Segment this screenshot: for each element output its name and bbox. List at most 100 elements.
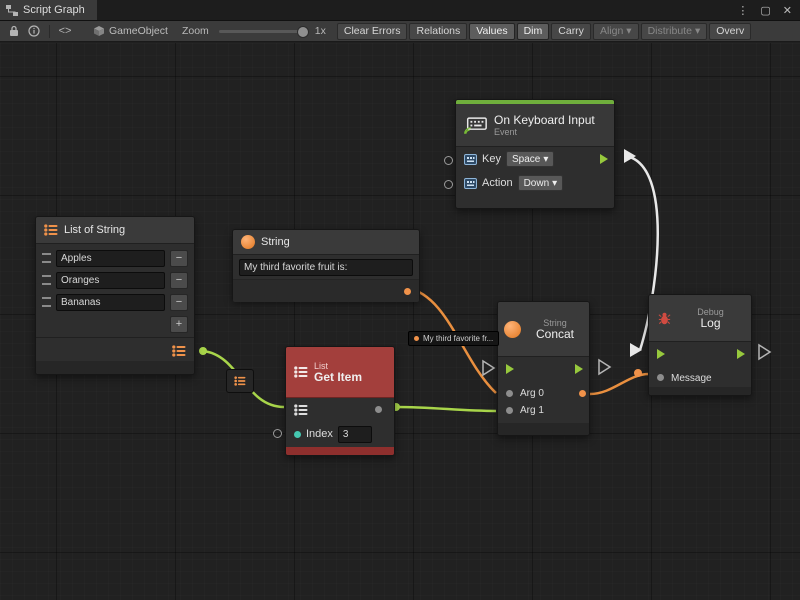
drag-handle-icon[interactable] (42, 253, 51, 263)
port-index-input[interactable] (273, 429, 282, 438)
drag-handle-icon[interactable] (42, 275, 51, 285)
overview-button[interactable]: Overv (709, 23, 751, 40)
port-arg1-input[interactable] (506, 407, 513, 414)
node-header: List of String (36, 217, 194, 244)
list-icon (44, 224, 58, 236)
port-flow-output[interactable] (737, 349, 745, 359)
code-icon[interactable]: <> (55, 22, 75, 40)
list-item-field[interactable]: Apples (56, 250, 165, 267)
graph-canvas[interactable]: My third favorite fr... List of String A… (0, 43, 800, 600)
flow-port-marker-log-out[interactable] (759, 345, 770, 359)
node-subtitle: Event (494, 127, 595, 137)
flow-port-marker-concat-in[interactable] (483, 361, 494, 375)
drag-handle-icon[interactable] (42, 297, 51, 307)
node-header: On Keyboard Input Event (456, 104, 614, 147)
script-graph-window: Script Graph ⋮ ▢ ✕ <> GameObject Zoom 1x… (0, 0, 800, 600)
overview-label: Overv (716, 25, 744, 37)
distribute-button[interactable]: Distribute▾ (641, 23, 708, 40)
clear-errors-button[interactable]: Clear Errors (337, 23, 408, 40)
list-item-field[interactable]: Bananas (56, 294, 165, 311)
relations-button[interactable]: Relations (409, 23, 467, 40)
list-item-row: Apples − (40, 247, 190, 269)
key-value: Space (512, 154, 540, 165)
list-output-port-icon[interactable] (172, 345, 186, 357)
wire-value-dot (634, 369, 642, 377)
port-list-output[interactable] (199, 347, 207, 355)
port-key-input[interactable] (444, 156, 453, 165)
align-button[interactable]: Align▾ (593, 23, 639, 40)
node-log[interactable]: Debug Log Message (648, 294, 752, 396)
gameobject-selector[interactable]: GameObject (93, 25, 168, 37)
flow-row (498, 357, 589, 381)
port-flow-output[interactable] (600, 154, 608, 164)
list-add-row: + (40, 313, 190, 335)
node-title: Log (700, 317, 720, 330)
port-arg0-input[interactable] (506, 390, 513, 397)
gameobject-icon (93, 25, 105, 37)
node-title: List of String (64, 224, 125, 236)
flow-arrowhead-start (624, 149, 636, 163)
node-list-of-string[interactable]: List of String Apples − Oranges − Banana… (35, 216, 195, 375)
gameobject-label: GameObject (109, 25, 168, 37)
port-message-input[interactable] (657, 374, 664, 381)
dim-button[interactable]: Dim (517, 23, 550, 40)
maximize-icon[interactable]: ▢ (760, 4, 770, 17)
remove-item-button[interactable]: − (170, 250, 188, 267)
carry-button[interactable]: Carry (551, 23, 591, 40)
lock-icon[interactable] (4, 22, 24, 40)
port-index-input-dot[interactable] (294, 431, 301, 438)
remove-item-button[interactable]: − (170, 272, 188, 289)
add-item-button[interactable]: + (170, 316, 188, 333)
key-dropdown[interactable]: Space▾ (506, 151, 554, 167)
port-flow-input[interactable] (506, 364, 514, 374)
zoom-label: Zoom (182, 25, 209, 37)
index-field[interactable]: 3 (338, 426, 372, 443)
info-icon[interactable] (24, 22, 44, 40)
tab-title: Script Graph (23, 4, 85, 16)
node-header: Debug Log (649, 295, 751, 342)
key-field-icon (464, 178, 477, 189)
tab-script-graph[interactable]: Script Graph (0, 0, 97, 20)
list-port-icon[interactable] (294, 404, 308, 416)
string-type-icon (241, 235, 255, 249)
node-category: String (543, 318, 567, 328)
chevron-down-icon: ▾ (543, 154, 548, 165)
port-string-output-dot[interactable] (404, 288, 411, 295)
node-string-literal[interactable]: String My third favorite fruit is: (232, 229, 420, 301)
values-button[interactable]: Values (469, 23, 514, 40)
node-category: Debug (697, 307, 724, 317)
node-concat[interactable]: String Concat Arg 0 Arg 1 (497, 301, 590, 436)
node-title: Concat (536, 328, 574, 341)
node-header: List Get Item (286, 347, 394, 398)
list-item-row: Oranges − (40, 269, 190, 291)
zoom-slider-handle[interactable] (297, 26, 309, 38)
window-menu-icon[interactable]: ⋮ (737, 4, 748, 17)
string-value-field[interactable]: My third favorite fruit is: (239, 259, 413, 276)
node-title: On Keyboard Input (494, 114, 595, 127)
chevron-down-icon: ▾ (552, 178, 557, 189)
port-flow-output[interactable] (575, 364, 583, 374)
wire-concat-to-log[interactable] (590, 374, 649, 394)
relations-label: Relations (416, 25, 460, 37)
close-icon[interactable]: ✕ (783, 4, 792, 17)
node-on-keyboard-input[interactable]: On Keyboard Input Event Key Space▾ Actio… (455, 99, 615, 209)
port-item-output-dot[interactable] (375, 406, 382, 413)
port-result-output[interactable] (579, 390, 586, 397)
zoom-slider[interactable] (219, 30, 305, 33)
bug-icon (657, 311, 672, 326)
action-dropdown[interactable]: Down▾ (518, 175, 564, 191)
node-header: String Concat (498, 302, 589, 357)
flow-port-marker-concat-out[interactable] (599, 360, 610, 374)
list-output-row (36, 337, 194, 363)
remove-item-button[interactable]: − (170, 294, 188, 311)
wire-getitem-to-concat[interactable] (396, 407, 496, 411)
node-category: List (314, 361, 362, 371)
node-get-item[interactable]: List Get Item Index 3 (285, 346, 395, 456)
node-title: String (261, 236, 290, 248)
list-item-field[interactable]: Oranges (56, 272, 165, 289)
port-flow-input[interactable] (657, 349, 665, 359)
values-label: Values (476, 25, 507, 37)
port-action-input[interactable] (444, 180, 453, 189)
list-icon (294, 366, 308, 378)
align-label: Align (600, 25, 623, 37)
